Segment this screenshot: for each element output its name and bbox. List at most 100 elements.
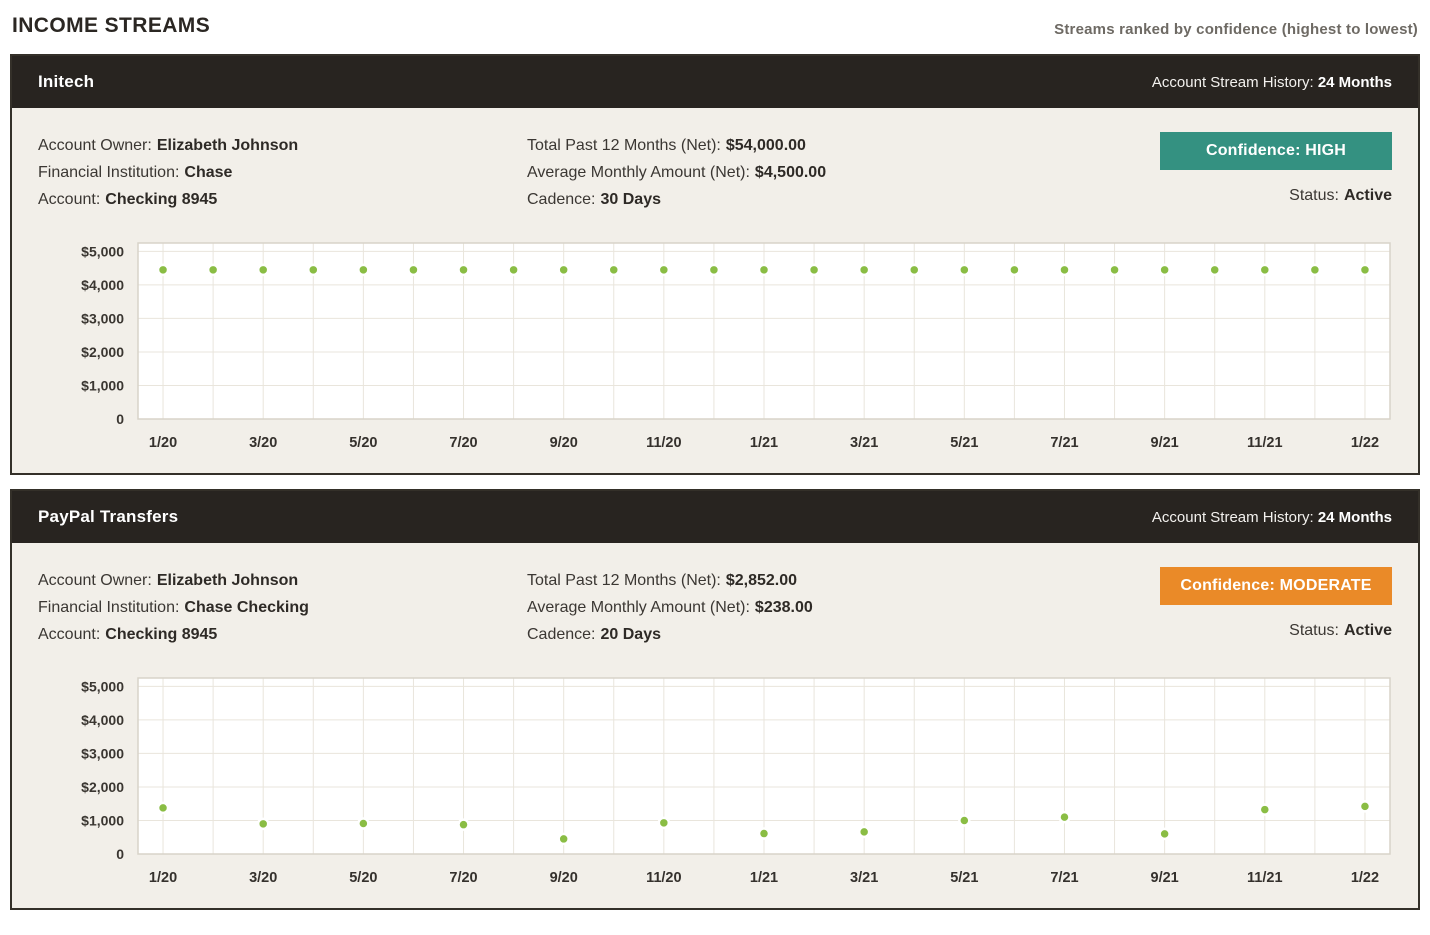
y-tick-label: $2,000: [81, 344, 124, 360]
average-label: Average Monthly Amount (Net):: [527, 164, 750, 181]
y-tick-label: $1,000: [81, 377, 124, 393]
history-value: 24 Months: [1318, 74, 1392, 91]
financial-institution-value: Chase Checking: [184, 599, 308, 616]
account-owner-value: Elizabeth Johnson: [157, 572, 298, 589]
y-tick-label: $4,000: [81, 712, 124, 728]
stream-card-paypal-transfers: PayPal Transfers Account Stream History:…: [10, 489, 1420, 910]
total-past-12-months: Total Past 12 Months (Net):$2,852.00: [527, 567, 1160, 594]
data-point: [459, 265, 469, 275]
account-owner-label: Account Owner:: [38, 572, 152, 589]
account-stream-history: Account Stream History: 24 Months: [1152, 74, 1392, 91]
data-point: [709, 265, 719, 275]
x-tick-label: 9/21: [1151, 870, 1179, 886]
y-tick-label: $3,000: [81, 745, 124, 761]
total-label: Total Past 12 Months (Net):: [527, 137, 721, 154]
data-point: [859, 265, 869, 275]
scatter-plot: 0$1,000$2,000$3,000$4,000$5,0001/203/205…: [38, 670, 1392, 894]
data-point: [158, 265, 168, 275]
x-tick-label: 5/20: [349, 435, 377, 451]
account-label: Account:: [38, 191, 100, 208]
y-tick-label: 0: [116, 846, 124, 862]
x-tick-label: 1/22: [1351, 870, 1379, 886]
x-tick-label: 3/21: [850, 435, 878, 451]
x-tick-label: 1/21: [750, 435, 778, 451]
account: Account:Checking 8945: [38, 621, 527, 648]
x-tick-label: 9/21: [1151, 435, 1179, 451]
x-tick-label: 9/20: [550, 870, 578, 886]
status: Status:Active: [1160, 622, 1392, 640]
data-point: [659, 265, 669, 275]
x-tick-label: 5/21: [950, 870, 978, 886]
stream-info-row: Account Owner:Elizabeth Johnson Financia…: [38, 132, 1392, 213]
cadence: Cadence: 30 Days: [527, 186, 1160, 213]
status: Status:Active: [1160, 187, 1392, 205]
x-tick-label: 5/20: [349, 870, 377, 886]
data-point: [959, 815, 969, 825]
x-tick-label: 7/21: [1050, 435, 1078, 451]
stream-card-header: PayPal Transfers Account Stream History:…: [12, 491, 1418, 543]
cadence-value: 30 Days: [601, 191, 662, 208]
account-owner: Account Owner:Elizabeth Johnson: [38, 132, 527, 159]
status-value: Active: [1344, 187, 1392, 204]
account-value: Checking 8945: [105, 626, 217, 643]
data-point: [859, 827, 869, 837]
x-tick-label: 3/20: [249, 870, 277, 886]
data-point: [1110, 265, 1120, 275]
data-point: [559, 265, 569, 275]
data-point: [358, 265, 368, 275]
data-point: [609, 265, 619, 275]
data-point: [308, 265, 318, 275]
average-monthly-amount: Average Monthly Amount (Net):$4,500.00: [527, 159, 1160, 186]
data-point: [1360, 801, 1370, 811]
history-value: 24 Months: [1318, 509, 1392, 526]
x-tick-label: 9/20: [550, 435, 578, 451]
confidence-badge: Confidence: HIGH: [1160, 132, 1392, 170]
data-point: [809, 265, 819, 275]
history-label: Account Stream History:: [1152, 74, 1314, 91]
x-tick-label: 3/21: [850, 870, 878, 886]
x-tick-label: 5/21: [950, 435, 978, 451]
average-value: $238.00: [755, 599, 813, 616]
cadence-value: 20 Days: [601, 626, 662, 643]
cadence-label: Cadence:: [527, 626, 596, 643]
y-tick-label: $1,000: [81, 812, 124, 828]
stream-info-row: Account Owner:Elizabeth Johnson Financia…: [38, 567, 1392, 648]
x-tick-label: 7/20: [449, 870, 477, 886]
x-tick-label: 1/20: [149, 435, 177, 451]
page-title: INCOME STREAMS: [12, 14, 210, 38]
y-tick-label: $3,000: [81, 310, 124, 326]
stream-name: PayPal Transfers: [38, 507, 178, 527]
page-header: INCOME STREAMS Streams ranked by confide…: [10, 10, 1420, 54]
data-point: [909, 265, 919, 275]
history-label: Account Stream History:: [1152, 509, 1314, 526]
account-owner: Account Owner: Elizabeth Johnson: [38, 567, 527, 594]
y-tick-label: $5,000: [81, 243, 124, 259]
data-point: [1160, 829, 1170, 839]
data-point: [408, 265, 418, 275]
average-label: Average Monthly Amount (Net):: [527, 599, 750, 616]
amounts-info-column: Total Past 12 Months (Net):$2,852.00 Ave…: [527, 567, 1160, 648]
account-info-column: Account Owner:Elizabeth Johnson Financia…: [38, 567, 527, 648]
stream-name: Initech: [38, 72, 94, 92]
amounts-info-column: Total Past 12 Months (Net):$54,000.00 Av…: [527, 132, 1160, 213]
data-point: [1210, 265, 1220, 275]
data-point: [759, 829, 769, 839]
average-monthly-amount: Average Monthly Amount (Net): $238.00: [527, 594, 1160, 621]
confidence-status-column: Confidence: HIGH Status:Active: [1160, 132, 1392, 205]
x-tick-label: 7/20: [449, 435, 477, 451]
data-point: [509, 265, 519, 275]
data-point: [358, 818, 368, 828]
data-point: [759, 265, 769, 275]
data-point: [1059, 265, 1069, 275]
data-point: [158, 803, 168, 813]
data-point: [208, 265, 218, 275]
data-point: [959, 265, 969, 275]
income-scatter-chart: 0$1,000$2,000$3,000$4,000$5,0001/203/205…: [38, 235, 1392, 459]
x-tick-label: 11/21: [1247, 870, 1283, 886]
x-tick-label: 11/21: [1247, 435, 1283, 451]
y-tick-label: $4,000: [81, 277, 124, 293]
data-point: [1059, 812, 1069, 822]
cadence-label: Cadence:: [527, 191, 596, 208]
financial-institution: Financial Institution:Chase: [38, 159, 527, 186]
account-value: Checking 8945: [105, 191, 217, 208]
